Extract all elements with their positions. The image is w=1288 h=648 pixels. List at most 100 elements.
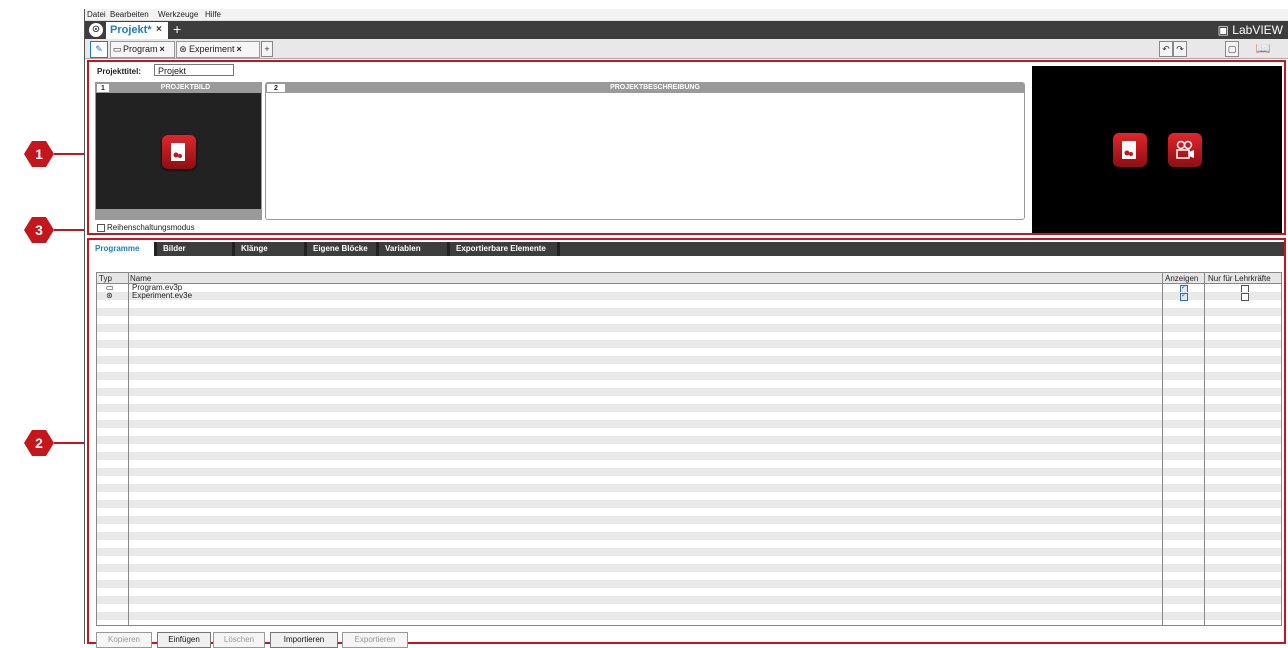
empty-row [97,460,1281,468]
empty-row [97,420,1281,428]
empty-row [97,300,1281,308]
daisy-chain-label: Reihenschaltungsmodus [107,223,195,232]
menu-tools[interactable]: Werkzeuge [158,10,198,19]
empty-row [97,596,1281,604]
column-teacher-only: Nur für Lehrkräfte [1208,274,1271,283]
daisy-chain-checkbox[interactable] [97,224,105,232]
app-window: Datei Bearbeiten Werkzeuge Hilfe ⊙ Proje… [84,9,1288,648]
empty-row [97,532,1281,540]
empty-row [97,500,1281,508]
export-button[interactable]: Exportieren [342,632,408,648]
redo-icon[interactable]: ↷ [1173,41,1187,57]
empty-row [97,444,1281,452]
project-description-header: PROJEKTBESCHREIBUNG [286,83,1024,93]
menu-edit[interactable]: Bearbeiten [110,10,149,19]
empty-row [97,316,1281,324]
callout-1-line [54,153,86,155]
image-icon [1122,141,1136,159]
empty-row [97,428,1281,436]
empty-row [97,588,1281,596]
empty-row [97,556,1281,564]
tab-program-label: Program [123,44,158,54]
brand-icon: ▣ [1217,23,1229,37]
undo-icon[interactable]: ↶ [1159,41,1173,57]
content-editor-icon[interactable]: ▢ [1225,41,1239,57]
empty-row [97,436,1281,444]
content-tab-bar: Programme Bilder Klänge Eigene Blöcke Va… [89,242,1284,256]
project-tab[interactable]: Projekt* × [106,22,168,39]
project-image-footer [96,209,261,219]
column-type: Typ [99,274,112,283]
tab-exportable-elements[interactable]: Exportierbare Elemente [450,242,560,256]
menu-file[interactable]: Datei [87,10,106,19]
copy-button[interactable]: Kopieren [96,632,152,648]
project-title-label: Projekttitel: [97,67,142,76]
column-divider [1162,273,1163,625]
column-show: Anzeigen [1165,274,1199,283]
empty-row [97,604,1281,612]
empty-row [97,308,1281,316]
content-grid: Typ Name Anzeigen Nur für Lehrkräfte ▭ Pr… [96,272,1282,626]
empty-row [97,540,1281,548]
tab-variables[interactable]: Variablen [379,242,450,256]
experiment-icon: ⊛ [106,291,113,300]
brand-label: LabVIEW [1232,23,1283,37]
file-tab-bar: ✎ ▭ Program × ⊛ Experiment × + ↶ ↷ ▢ 📖 [85,39,1288,59]
empty-row [97,388,1281,396]
row-name: Experiment.ev3e [132,291,193,300]
column-divider [1204,273,1205,625]
empty-row [97,492,1281,500]
menu-help[interactable]: Hilfe [205,10,221,19]
add-image-button[interactable] [1113,133,1147,167]
empty-row [97,356,1281,364]
empty-row [97,348,1281,356]
brand-logo: ▣ LabVIEW [1218,23,1283,37]
video-camera-icon [1176,140,1194,159]
project-bar: ⊙ Projekt* × + ▣ LabVIEW [85,21,1288,39]
tab-my-blocks[interactable]: Eigene Blöcke [307,242,379,256]
project-image-panel: PROJEKTBILD 1 [95,82,262,220]
preview-area [1032,66,1282,233]
project-properties-tab[interactable]: ✎ [90,41,108,58]
open-book-icon[interactable]: 📖 [1253,41,1273,55]
empty-row [97,332,1281,340]
close-icon[interactable]: × [237,44,242,54]
empty-row [97,524,1281,532]
add-project-icon[interactable]: + [173,21,181,37]
empty-row [97,612,1281,620]
empty-row [97,564,1281,572]
lobby-icon[interactable]: ⊙ [89,23,103,37]
project-title-input[interactable]: Projekt [154,64,234,76]
panel-number: 2 [266,83,286,93]
callout-1: 1 [24,141,54,167]
tab-experiment[interactable]: ⊛ Experiment × [176,41,260,58]
add-image-button[interactable] [162,135,196,169]
tab-sounds[interactable]: Klänge [235,242,307,256]
add-video-button[interactable] [1168,133,1202,167]
empty-row [97,508,1281,516]
empty-row [97,572,1281,580]
paste-button[interactable]: Einfügen [157,632,211,648]
empty-row [97,340,1281,348]
experiment-icon: ⊛ [179,44,187,54]
tab-programs[interactable]: Programme [89,242,157,256]
empty-row [97,580,1281,588]
import-button[interactable]: Importieren [270,632,338,648]
empty-row [97,396,1281,404]
empty-row [97,484,1281,492]
close-icon[interactable]: × [160,44,165,54]
empty-row [97,412,1281,420]
tab-program[interactable]: ▭ Program × [110,41,175,58]
delete-button[interactable]: Löschen [213,632,265,648]
add-tab-button[interactable]: + [261,41,273,57]
tab-images[interactable]: Bilder [157,242,235,256]
column-divider [128,273,129,625]
project-content-panel: Programme Bilder Klänge Eigene Blöcke Va… [87,238,1286,648]
close-icon[interactable]: × [156,24,162,35]
project-description-panel[interactable]: PROJEKTBESCHREIBUNG 2 [265,82,1025,220]
empty-row [97,468,1281,476]
column-name: Name [130,274,152,283]
empty-row [97,452,1281,460]
table-row[interactable]: ▭ Program.ev3p [97,284,1281,293]
table-row[interactable]: ⊛ Experiment.ev3e [97,291,1281,301]
